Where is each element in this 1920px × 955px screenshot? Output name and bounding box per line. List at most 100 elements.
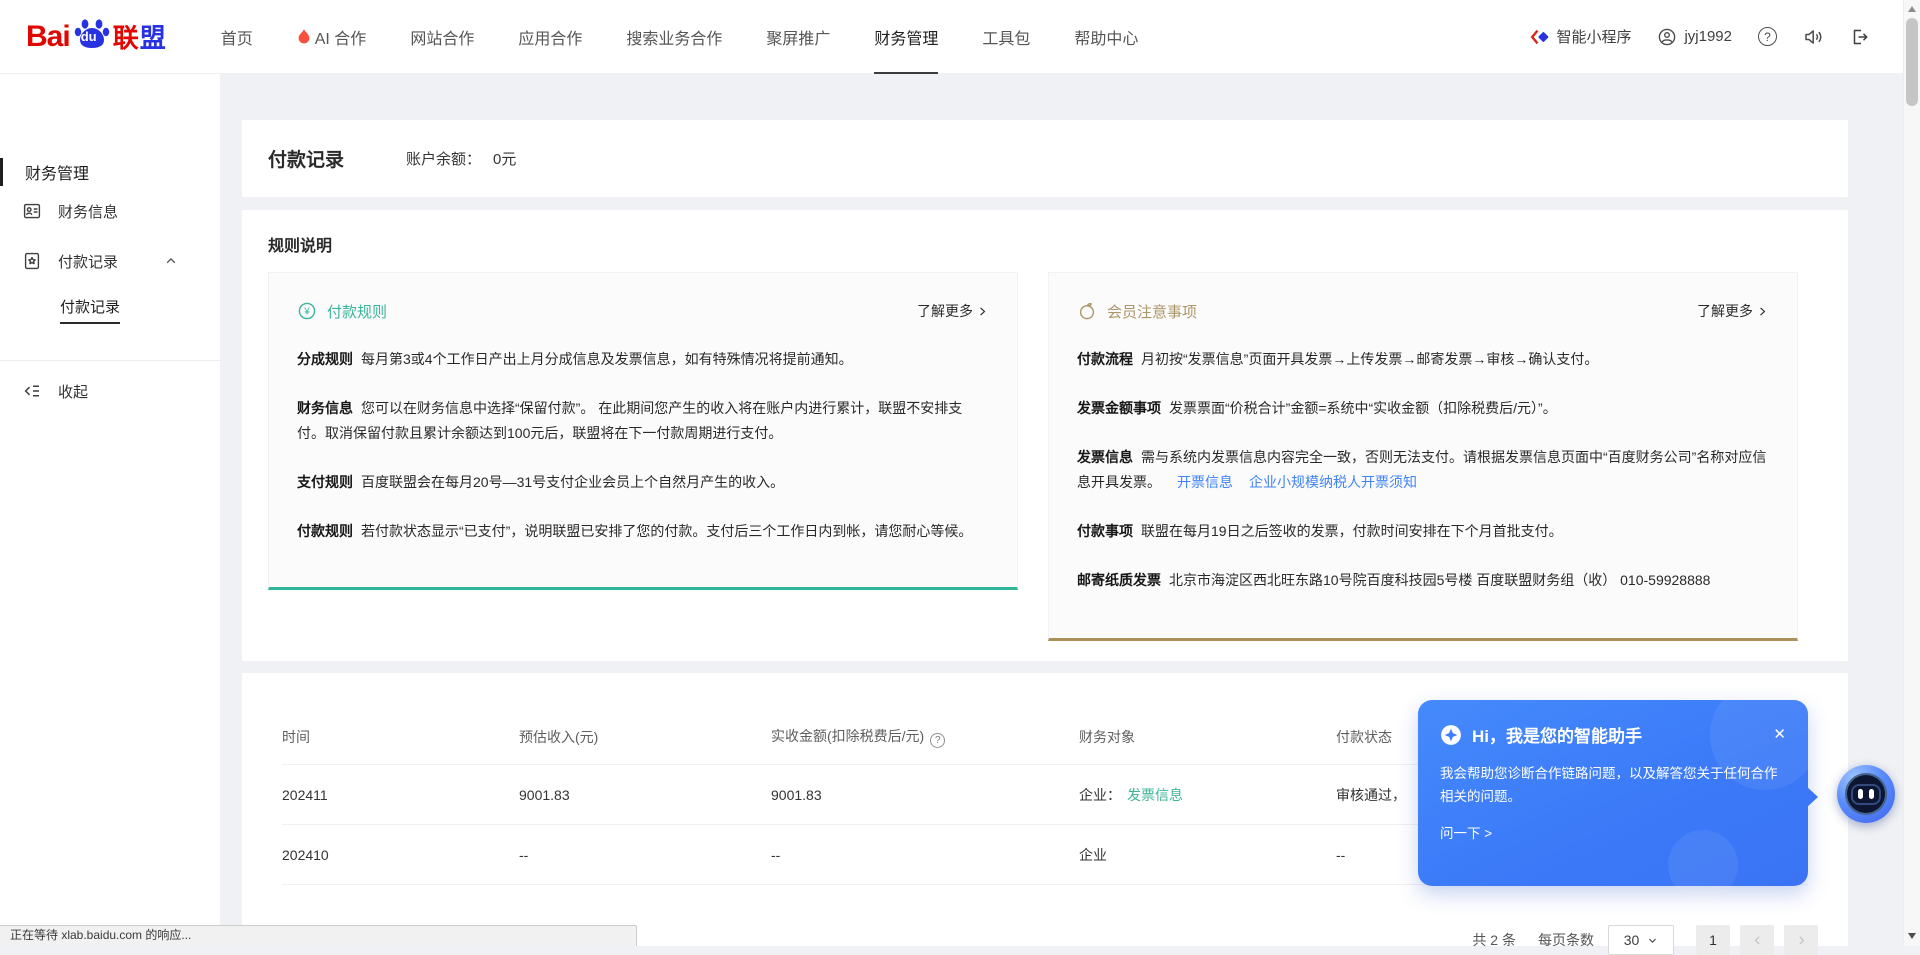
sidebar: 财务管理 财务信息 付款记录 付款记录 (0, 74, 220, 946)
account-balance: 账户余额： 0元 (406, 148, 516, 169)
rule-text: 发票票面“价税合计”金额=系统中“实收金额（扣除税费后/元）”。 (1169, 400, 1557, 416)
prev-page-button[interactable] (1740, 925, 1774, 955)
nav-item-ai-cooperation[interactable]: AI 合作 (297, 0, 367, 74)
robot-face-icon (1845, 773, 1887, 815)
chevron-right-icon (976, 305, 989, 318)
small-taxpayer-notice-link[interactable]: 企业小规模纳税人开票须知 (1249, 474, 1417, 490)
page-size-label: 每页条数 (1538, 930, 1594, 950)
rule-paragraph: 财务信息您可以在财务信息中选择“保留付款”。 在此期间您产生的收入将在账户内进行… (297, 396, 989, 446)
rule-label: 付款事项 (1077, 523, 1133, 539)
main-nav: 首页 AI 合作 网站合作 应用合作 搜索业务合作 聚屏推广 财务管理 工具包 … (221, 0, 1183, 74)
column-header-received: 实收金额(扣除税费后/元)? (771, 726, 1079, 748)
nav-item-toolkit[interactable]: 工具包 (982, 0, 1030, 74)
payment-rules-card: ¥ 付款规则 了解更多 分成规则每月第3或4个工作日产出上月分成信息及发票信息，… (268, 272, 1018, 590)
sidebar-collapse-label: 收起 (58, 381, 88, 402)
vertical-scrollbar[interactable] (1903, 0, 1920, 946)
scroll-down-arrow[interactable] (1908, 933, 1916, 939)
logo-union-char-1: 联 (113, 23, 140, 53)
ask-assistant-link[interactable]: 问一下 > (1440, 822, 1492, 842)
logout-button[interactable] (1850, 27, 1870, 47)
rule-paragraph: 发票信息需与系统内发票信息内容完全一致，否则无法支付。请根据发票信息页面中“百度… (1077, 445, 1769, 495)
balance-label: 账户余额： (406, 151, 481, 168)
cell-time: 202411 (282, 787, 519, 803)
rule-text: 联盟在每月19日之后签收的发票，付款时间安排在下个月首批支付。 (1141, 523, 1563, 539)
member-notes-card: 会员注意事项 了解更多 付款流程月初按“发票信息”页面开具发票→上传发票→邮寄发… (1048, 272, 1798, 641)
rule-label: 分成规则 (297, 351, 353, 367)
balance-value: 0元 (493, 151, 516, 168)
user-icon (1657, 27, 1677, 47)
scroll-up-arrow[interactable] (1908, 6, 1916, 12)
rule-label: 付款流程 (1077, 351, 1133, 367)
rule-paragraph: 付款规则若付款状态显示“已支付”，说明联盟已安排了您的付款。支付后三个工作日内到… (297, 519, 989, 544)
rules-panel: 规则说明 ¥ 付款规则 了解更多 分成规则每月第3或4个工作日产出上月分成信息及… (242, 210, 1848, 661)
top-nav: Bai du 联盟 首页 AI 合作 网站合作 应用合作 搜索业务合作 聚屏推广 (0, 0, 1920, 74)
sidebar-subitem-payment-records[interactable]: 付款记录 (0, 286, 220, 334)
collapse-icon (22, 381, 42, 401)
sidebar-item-payment-records[interactable]: 付款记录 (0, 236, 220, 286)
username-label: jyj1992 (1684, 28, 1732, 45)
user-menu[interactable]: jyj1992 (1657, 27, 1732, 47)
learn-more-label: 了解更多 (1697, 301, 1753, 321)
rule-paragraph: 分成规则每月第3或4个工作日产出上月分成信息及发票信息，如有特殊情况将提前通知。 (297, 347, 989, 372)
nav-item-search-cooperation[interactable]: 搜索业务合作 (626, 0, 722, 74)
sidebar-title-finance-management[interactable]: 财务管理 (0, 158, 220, 186)
smart-mini-program-link[interactable]: 智能小程序 (1529, 26, 1631, 47)
badge-icon (22, 251, 42, 271)
close-icon[interactable]: ✕ (1773, 727, 1786, 742)
coin-icon: ¥ (297, 301, 317, 321)
help-button[interactable]: ? (1758, 27, 1777, 46)
baidu-paw-icon: du (72, 14, 112, 54)
nav-item-help-center[interactable]: 帮助中心 (1074, 0, 1138, 74)
assistant-header: Hi，我是您的智能助手 ✕ (1440, 722, 1786, 747)
learn-more-link[interactable]: 了解更多 (917, 301, 989, 321)
nav-item-finance-management[interactable]: 财务管理 (874, 0, 938, 74)
cell-time: 202410 (282, 847, 519, 863)
browser-status-bar: 正在等待 xlab.baidu.com 的响应... (0, 925, 637, 946)
rule-label: 邮寄纸质发票 (1077, 572, 1161, 588)
invoice-info-cell-link[interactable]: 发票信息 (1127, 787, 1183, 803)
chevron-right-icon (1756, 305, 1769, 318)
cell-received: 9001.83 (771, 787, 1079, 803)
caret-down-icon (1647, 935, 1658, 946)
baidu-union-logo[interactable]: Bai du 联盟 (26, 14, 167, 60)
assistant-title: Hi，我是您的智能助手 (1472, 722, 1642, 747)
nav-item-website-cooperation[interactable]: 网站合作 (410, 0, 474, 74)
next-page-button[interactable] (1784, 925, 1818, 955)
page-number-button[interactable]: 1 (1696, 925, 1730, 955)
rule-label: 付款规则 (297, 523, 353, 539)
nav-item-ai-label: AI 合作 (315, 25, 367, 49)
scrollbar-thumb[interactable] (1906, 18, 1918, 106)
sidebar-item-label: 付款记录 (58, 251, 118, 272)
nav-item-screen-promotion[interactable]: 聚屏推广 (766, 0, 830, 74)
assistant-popup: Hi，我是您的智能助手 ✕ 我会帮助您诊断合作链路问题，以及解答您关于任何合作相… (1418, 700, 1808, 886)
column-header-finance-object: 财务对象 (1079, 727, 1336, 747)
rule-paragraph: 支付规则百度联盟会在每月20号—31号支付企业会员上个自然月产生的收入。 (297, 470, 989, 495)
learn-more-link[interactable]: 了解更多 (1697, 301, 1769, 321)
rule-text: 北京市海淀区西北旺东路10号院百度科技园5号楼 百度联盟财务组（收） 010-5… (1169, 572, 1710, 588)
assistant-robot-button[interactable] (1837, 765, 1895, 823)
nav-item-app-cooperation[interactable]: 应用合作 (518, 0, 582, 74)
sidebar-item-label: 财务信息 (58, 201, 118, 222)
sound-button[interactable] (1803, 27, 1824, 47)
sidebar-collapse-button[interactable]: 收起 (0, 361, 220, 421)
logo-text-bai: Bai (26, 20, 70, 54)
cell-estimated: -- (519, 847, 771, 863)
rule-text: 每月第3或4个工作日产出上月分成信息及发票信息，如有特殊情况将提前通知。 (361, 351, 853, 367)
svg-text:¥: ¥ (303, 307, 310, 318)
logo-text-union: 联盟 (113, 18, 167, 55)
card-title: 会员注意事项 (1107, 301, 1197, 322)
page-header-panel: 付款记录 账户余额： 0元 (242, 120, 1848, 197)
page-title: 付款记录 (268, 145, 344, 172)
question-circle-icon[interactable]: ? (930, 733, 945, 748)
page-size-select[interactable]: 30 (1608, 925, 1674, 955)
chevron-up-icon (164, 254, 178, 268)
invoice-info-link[interactable]: 开票信息 (1177, 474, 1233, 490)
cell-estimated: 9001.83 (519, 787, 771, 803)
assistant-message: 我会帮助您诊断合作链路问题，以及解答您关于任何合作相关的问题。 (1440, 762, 1786, 808)
nav-item-home[interactable]: 首页 (221, 0, 253, 74)
sidebar-item-finance-info[interactable]: 财务信息 (0, 186, 220, 236)
card-header: 会员注意事项 了解更多 (1077, 299, 1769, 323)
rule-text: 您可以在财务信息中选择“保留付款”。 在此期间您产生的收入将在账户内进行累计，联… (297, 400, 962, 441)
rules-cards: ¥ 付款规则 了解更多 分成规则每月第3或4个工作日产出上月分成信息及发票信息，… (268, 272, 1822, 641)
speaker-icon (1803, 27, 1824, 47)
